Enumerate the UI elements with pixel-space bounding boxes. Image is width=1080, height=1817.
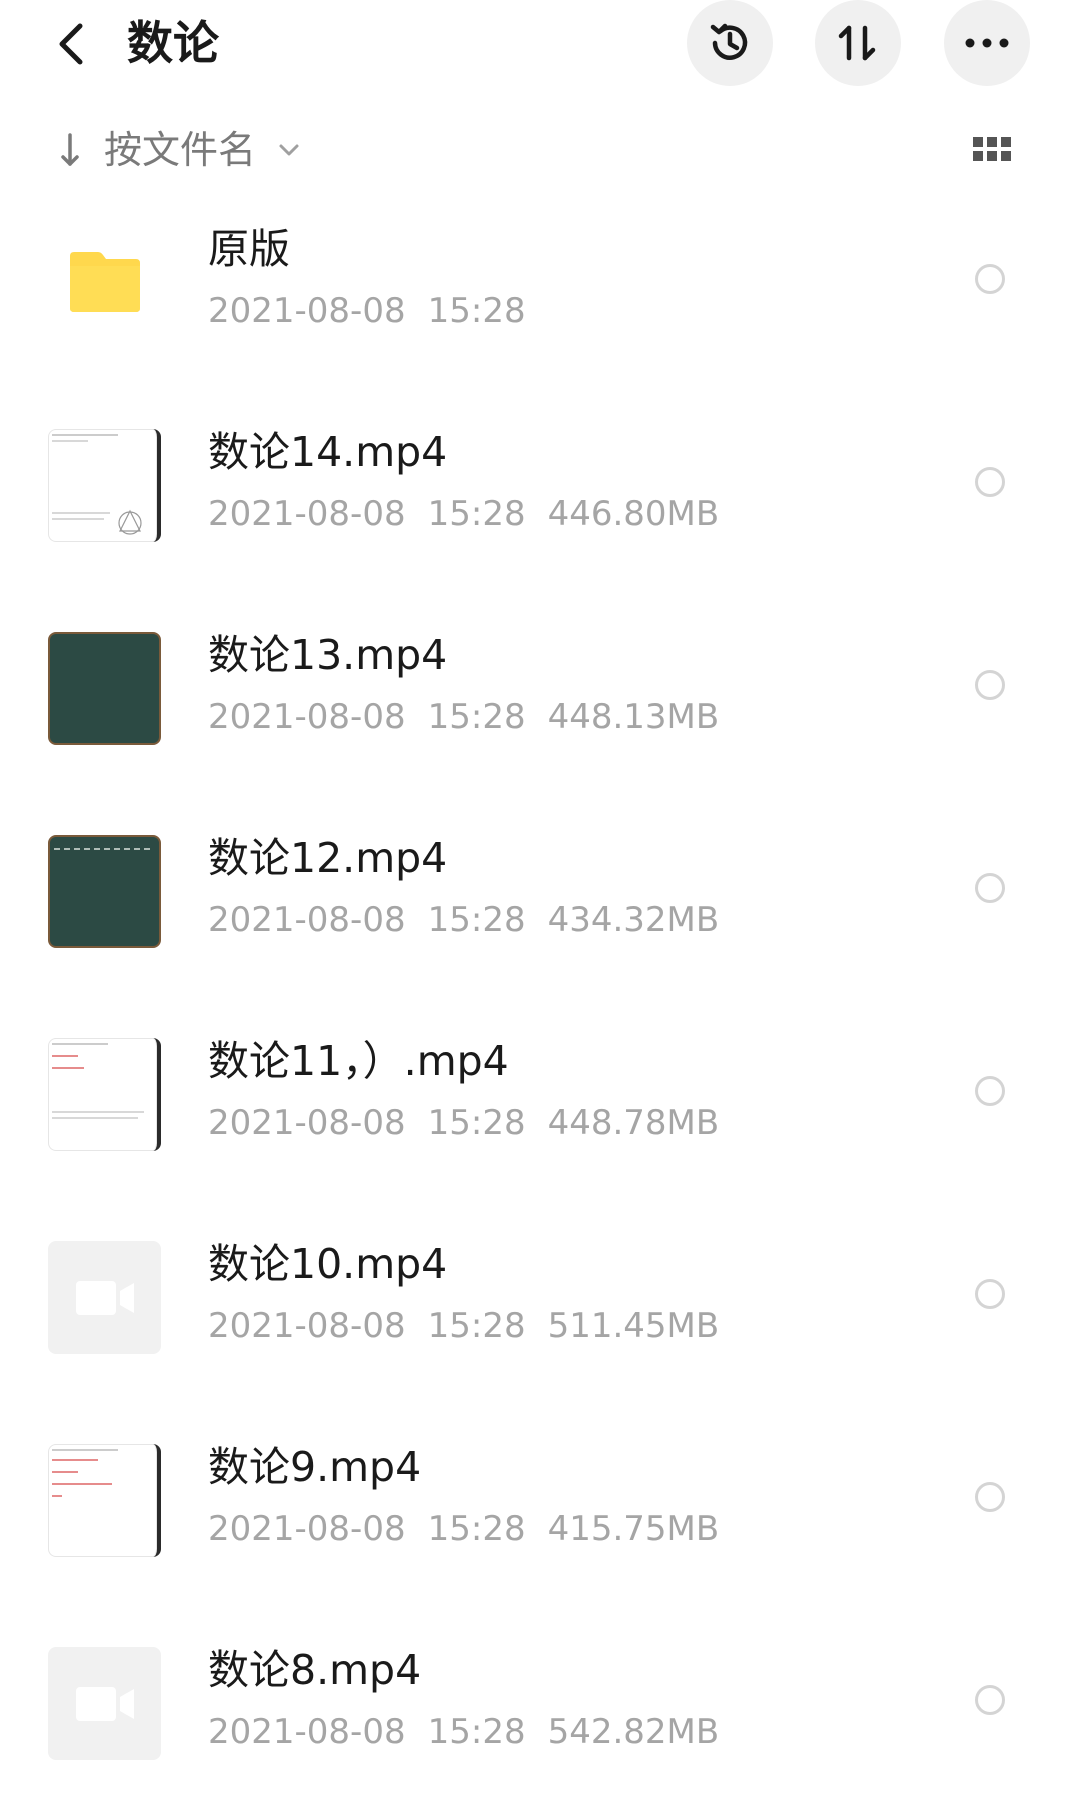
- file-date: 2021-08-08: [208, 900, 406, 940]
- file-size: 448.78MB: [547, 1103, 720, 1143]
- arrow-down-icon: [50, 130, 90, 170]
- file-size: 542.82MB: [547, 1712, 720, 1752]
- select-checkbox[interactable]: [975, 467, 1005, 497]
- list-item[interactable]: 数论8.mp4 2021-08-08 15:28 542.82MB: [0, 1614, 1080, 1817]
- video-camera-icon: [76, 1281, 134, 1315]
- file-size: 434.32MB: [547, 900, 720, 940]
- file-name: 数论14.mp4: [208, 428, 448, 476]
- file-name: 原版: [208, 225, 290, 273]
- file-meta: 2021-08-08 15:28 446.80MB: [208, 491, 719, 537]
- file-name: 数论12.mp4: [208, 834, 448, 882]
- chevron-left-icon: [59, 23, 83, 65]
- file-date: 2021-08-08: [208, 1103, 406, 1143]
- file-name: 数论11，）.mp4: [208, 1037, 509, 1085]
- history-icon: [710, 23, 748, 60]
- file-date: 2021-08-08: [208, 697, 406, 737]
- folder-icon: [48, 226, 161, 339]
- list-item[interactable]: 数论14.mp4 2021-08-08 15:28 446.80MB: [0, 396, 1080, 599]
- file-size: 448.13MB: [547, 697, 720, 737]
- select-checkbox[interactable]: [975, 1279, 1005, 1309]
- file-meta: 2021-08-08 15:28 511.45MB: [208, 1303, 719, 1349]
- app-header: 数论: [0, 0, 1080, 100]
- file-time: 15:28: [427, 1509, 526, 1549]
- select-checkbox[interactable]: [975, 670, 1005, 700]
- list-item[interactable]: 原版 2021-08-08 15:28: [0, 193, 1080, 396]
- file-date: 2021-08-08: [208, 494, 406, 534]
- file-date: 2021-08-08: [208, 291, 406, 331]
- file-name: 数论13.mp4: [208, 631, 448, 679]
- file-time: 15:28: [427, 291, 526, 331]
- file-meta: 2021-08-08 15:28 434.32MB: [208, 897, 719, 943]
- video-placeholder-thumbnail: [48, 1647, 161, 1760]
- select-checkbox[interactable]: [975, 264, 1005, 294]
- video-thumbnail: [48, 632, 161, 745]
- list-item[interactable]: 数论9.mp4 2021-08-08 15:28 415.75MB: [0, 1411, 1080, 1614]
- file-name: 数论8.mp4: [208, 1646, 422, 1694]
- file-time: 15:28: [427, 900, 526, 940]
- video-placeholder-thumbnail: [48, 1241, 161, 1354]
- file-time: 15:28: [427, 697, 526, 737]
- file-date: 2021-08-08: [208, 1712, 406, 1752]
- file-meta: 2021-08-08 15:28 448.13MB: [208, 694, 719, 740]
- sort-label: 按文件名: [104, 128, 257, 172]
- select-checkbox[interactable]: [975, 1482, 1005, 1512]
- video-thumbnail: [48, 1038, 161, 1151]
- file-date: 2021-08-08: [208, 1509, 406, 1549]
- file-name: 数论9.mp4: [208, 1443, 422, 1491]
- list-item[interactable]: 数论12.mp4 2021-08-08 15:28 434.32MB: [0, 802, 1080, 1005]
- file-time: 15:28: [427, 1306, 526, 1346]
- list-item[interactable]: 数论13.mp4 2021-08-08 15:28 448.13MB: [0, 599, 1080, 802]
- sort-order-button[interactable]: [815, 0, 901, 86]
- video-thumbnail: [48, 429, 161, 542]
- more-button[interactable]: [944, 0, 1030, 86]
- history-button[interactable]: [687, 0, 773, 86]
- file-time: 15:28: [427, 1103, 526, 1143]
- sort-by-name-dropdown[interactable]: 按文件名: [50, 118, 304, 182]
- chevron-down-icon: [274, 135, 304, 165]
- more-dots-icon: [965, 38, 1009, 48]
- file-name: 数论10.mp4: [208, 1240, 448, 1288]
- file-size: 415.75MB: [547, 1509, 720, 1549]
- file-time: 15:28: [427, 1712, 526, 1752]
- video-thumbnail: [48, 1444, 161, 1557]
- page-title: 数论: [127, 16, 219, 70]
- grid-view-icon: [973, 137, 1011, 161]
- back-button[interactable]: [46, 14, 96, 74]
- select-checkbox[interactable]: [975, 1685, 1005, 1715]
- video-camera-icon: [76, 1687, 134, 1721]
- list-item[interactable]: 数论10.mp4 2021-08-08 15:28 511.45MB: [0, 1208, 1080, 1411]
- sort-order-icon: [838, 25, 876, 61]
- select-checkbox[interactable]: [975, 1076, 1005, 1106]
- grid-view-toggle[interactable]: [970, 128, 1014, 172]
- sort-bar: 按文件名: [0, 118, 1080, 182]
- list-item[interactable]: 数论11，）.mp4 2021-08-08 15:28 448.78MB: [0, 1005, 1080, 1208]
- file-time: 15:28: [427, 494, 526, 534]
- file-size: 511.45MB: [547, 1306, 720, 1346]
- file-size: 446.80MB: [547, 494, 720, 534]
- select-checkbox[interactable]: [975, 873, 1005, 903]
- file-list: 原版 2021-08-08 15:28 数论14.mp4 2021-08-08 15…: [0, 193, 1080, 1817]
- file-meta: 2021-08-08 15:28 448.78MB: [208, 1100, 719, 1146]
- file-meta: 2021-08-08 15:28 415.75MB: [208, 1506, 719, 1552]
- file-meta: 2021-08-08 15:28: [208, 288, 526, 334]
- file-meta: 2021-08-08 15:28 542.82MB: [208, 1709, 719, 1755]
- file-date: 2021-08-08: [208, 1306, 406, 1346]
- video-thumbnail: [48, 835, 161, 948]
